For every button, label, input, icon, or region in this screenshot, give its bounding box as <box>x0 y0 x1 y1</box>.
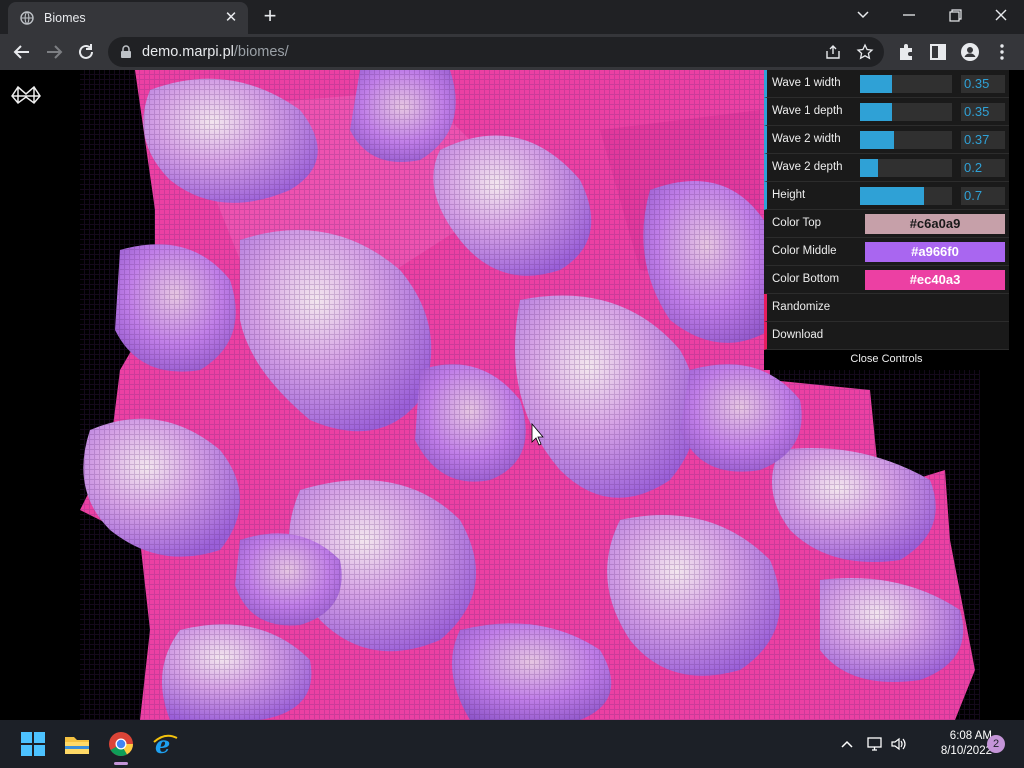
height-slider[interactable] <box>860 187 952 205</box>
minimize-icon[interactable] <box>896 4 922 26</box>
internet-explorer-icon[interactable]: e <box>151 730 179 758</box>
network-icon[interactable] <box>866 736 884 752</box>
wave2-width-slider[interactable] <box>860 131 952 149</box>
close-controls-button[interactable]: Close Controls <box>764 350 1009 370</box>
slider-label: Wave 2 depth <box>772 161 843 173</box>
slider-label: Wave 1 width <box>772 77 841 89</box>
wave2-depth-input[interactable]: 0.2 <box>961 159 1005 177</box>
randomize-button[interactable]: Randomize <box>764 294 1009 322</box>
color-bottom-picker[interactable]: #ec40a3 <box>865 270 1005 290</box>
color-row-middle[interactable]: Color Middle #a966f0 <box>764 238 1009 266</box>
slider-fill <box>860 159 879 177</box>
chevron-up-icon[interactable] <box>838 736 856 752</box>
tab-search-icon[interactable] <box>850 4 876 26</box>
notification-badge[interactable]: 2 <box>987 735 1005 753</box>
back-arrow-icon[interactable] <box>10 40 34 64</box>
tab-close-icon[interactable]: ✕ <box>222 9 240 27</box>
slider-fill <box>860 131 895 149</box>
color-row-bottom[interactable]: Color Bottom #ec40a3 <box>764 266 1009 294</box>
url-host: demo.marpi.pl <box>142 44 234 60</box>
wave1-depth-input[interactable]: 0.35 <box>961 103 1005 121</box>
forward-arrow-icon[interactable] <box>42 40 66 64</box>
address-bar[interactable]: demo.marpi.pl/biomes/ <box>108 37 884 67</box>
slider-fill <box>860 75 893 93</box>
randomize-label: Randomize <box>772 301 831 313</box>
wave1-width-slider[interactable] <box>860 75 952 93</box>
wave2-width-input[interactable]: 0.37 <box>961 131 1005 149</box>
globe-icon <box>20 11 34 25</box>
restore-icon[interactable] <box>942 4 968 26</box>
file-explorer-icon[interactable] <box>63 730 91 758</box>
url-path: /biomes/ <box>233 44 289 60</box>
download-button[interactable]: Download <box>764 322 1009 350</box>
wave1-depth-slider[interactable] <box>860 103 952 121</box>
slider-label: Height <box>772 189 806 201</box>
color-label: Color Bottom <box>772 273 840 285</box>
controls-panel: Wave 1 width 0.35 Wave 1 depth 0.35 Wave… <box>764 70 1009 370</box>
height-input[interactable]: 0.7 <box>961 187 1005 205</box>
taskbar-clock[interactable]: 6:08 AM 8/10/2022 <box>916 729 992 759</box>
color-top-picker[interactable]: #c6a0a9 <box>865 214 1005 234</box>
lock-icon[interactable] <box>120 45 132 59</box>
marpi-logo-icon[interactable] <box>10 84 42 106</box>
slider-fill <box>860 103 893 121</box>
slider-row-wave2-width[interactable]: Wave 2 width 0.37 <box>764 126 1009 154</box>
browser-toolbar: demo.marpi.pl/biomes/ <box>0 34 1024 70</box>
page-viewport: Wave 1 width 0.35 Wave 1 depth 0.35 Wave… <box>0 70 1024 720</box>
wave2-depth-slider[interactable] <box>860 159 952 177</box>
new-tab-button[interactable]: + <box>258 5 282 29</box>
bookmark-star-icon[interactable] <box>856 43 874 61</box>
windows-start-icon[interactable] <box>19 730 47 758</box>
slider-row-wave2-depth[interactable]: Wave 2 depth 0.2 <box>764 154 1009 182</box>
color-label: Color Middle <box>772 245 837 257</box>
extensions-icon[interactable] <box>896 42 916 62</box>
browser-tab[interactable]: Biomes ✕ <box>8 2 248 34</box>
clock-date: 8/10/2022 <box>940 745 992 757</box>
url-text[interactable]: demo.marpi.pl/biomes/ <box>142 44 289 60</box>
color-middle-picker[interactable]: #a966f0 <box>865 242 1005 262</box>
tab-title: Biomes <box>44 11 86 25</box>
windows-taskbar: e 6:08 AM 8/10/2022 <box>0 720 1024 768</box>
share-icon[interactable] <box>824 43 842 61</box>
menu-kebab-icon[interactable] <box>992 42 1012 62</box>
slider-label: Wave 1 depth <box>772 105 843 117</box>
chrome-icon[interactable] <box>107 730 135 758</box>
wave1-width-input[interactable]: 0.35 <box>961 75 1005 93</box>
color-row-top[interactable]: Color Top #c6a0a9 <box>764 210 1009 238</box>
slider-fill <box>860 187 925 205</box>
side-panel-icon[interactable] <box>928 42 948 62</box>
close-window-icon[interactable] <box>988 4 1014 26</box>
reload-icon[interactable] <box>74 40 98 64</box>
volume-icon[interactable] <box>890 736 908 752</box>
slider-row-height[interactable]: Height 0.7 <box>764 182 1009 210</box>
active-app-indicator <box>114 762 128 765</box>
clock-time: 6:08 AM <box>949 730 992 742</box>
slider-label: Wave 2 width <box>772 133 841 145</box>
browser-tab-strip: Biomes ✕ + <box>0 0 1024 34</box>
slider-row-wave1-depth[interactable]: Wave 1 depth 0.35 <box>764 98 1009 126</box>
color-label: Color Top <box>772 217 822 229</box>
profile-icon[interactable] <box>960 42 980 62</box>
svg-text:e: e <box>155 730 170 758</box>
download-label: Download <box>772 329 824 341</box>
slider-row-wave1-width[interactable]: Wave 1 width 0.35 <box>764 70 1009 98</box>
